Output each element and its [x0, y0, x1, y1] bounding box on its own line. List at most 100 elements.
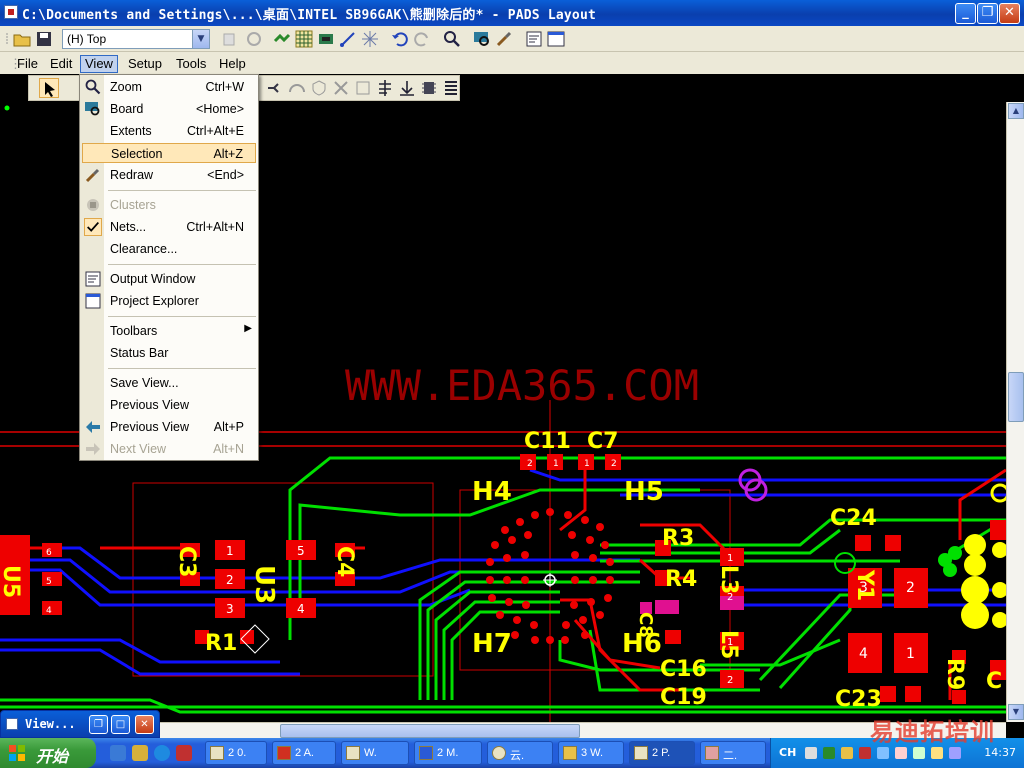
label-c4: C4	[332, 546, 357, 577]
close-button[interactable]: ✕	[135, 715, 154, 734]
board-icon[interactable]	[316, 29, 336, 49]
redo-icon[interactable]	[412, 29, 432, 49]
stitch-icon[interactable]	[331, 78, 351, 98]
glue-icon[interactable]	[353, 78, 373, 98]
search-icon[interactable]	[442, 29, 462, 49]
menu-item-save-view[interactable]: Save View...	[82, 373, 256, 393]
drop-icon[interactable]	[397, 78, 417, 98]
menu-item-previous-view-1[interactable]: Previous View	[82, 395, 256, 415]
quicklaunch-icon[interactable]	[176, 745, 192, 761]
menu-item-extents[interactable]: Extents Ctrl+Alt+E	[82, 121, 256, 141]
tray-icon[interactable]	[949, 747, 961, 759]
sparkle-icon[interactable]	[360, 29, 380, 49]
label-h7: H7	[472, 629, 512, 659]
restore-button[interactable]: ❐	[89, 715, 108, 734]
arc-icon[interactable]	[287, 78, 307, 98]
menu-item-nets[interactable]: Nets... Ctrl+Alt+N	[82, 217, 256, 237]
close-button[interactable]: ✕	[999, 3, 1020, 24]
taskbar-item[interactable]: 2 A.	[272, 741, 336, 765]
taskbar-item[interactable]: 云.	[487, 741, 553, 765]
network-icon[interactable]	[877, 747, 889, 759]
vertical-scrollbar[interactable]: ▲ ▼	[1006, 102, 1024, 722]
tray-icon[interactable]	[841, 747, 853, 759]
menu-item-zoom[interactable]: Zoom Ctrl+W	[82, 77, 256, 97]
svg-text:2: 2	[727, 675, 733, 686]
chevron-down-icon[interactable]: ▼	[192, 30, 209, 48]
menu-item-previous-view-2[interactable]: Previous View Alt+P	[82, 417, 256, 437]
menu-item-toolbars[interactable]: Toolbars ▶	[82, 321, 256, 341]
taskbar-item[interactable]: 二.	[700, 741, 766, 765]
svg-text:5: 5	[297, 544, 305, 558]
align-icon[interactable]	[375, 78, 395, 98]
clock[interactable]: 14:37	[984, 746, 1016, 759]
desktop-icon[interactable]	[110, 745, 126, 761]
redraw-brush-icon[interactable]	[494, 29, 514, 49]
vertical-scroll-thumb[interactable]	[1008, 372, 1024, 422]
menu-bar: ⋮ File Edit View Setup Tools Help	[0, 52, 1024, 74]
open-folder-icon[interactable]	[12, 29, 32, 49]
taskbar-item[interactable]: 3 W.	[558, 741, 624, 765]
route-icon[interactable]	[272, 29, 292, 49]
taskbar-item-active[interactable]: 2 P.	[629, 741, 695, 765]
shield-icon[interactable]	[309, 78, 329, 98]
tray-icon[interactable]	[895, 747, 907, 759]
connect-icon[interactable]	[338, 29, 358, 49]
quicklaunch-icon[interactable]	[132, 745, 148, 761]
menu-item-clearance[interactable]: Clearance...	[82, 239, 256, 259]
scroll-down-icon[interactable]: ▼	[1008, 704, 1024, 720]
minimized-view-window[interactable]: View... ❐ □ ✕	[0, 710, 160, 738]
ime-indicator[interactable]: CH	[779, 746, 796, 759]
zoom-board-icon[interactable]	[472, 29, 492, 49]
app-icon[interactable]	[4, 5, 18, 19]
back-arrow-icon	[84, 418, 102, 436]
menu-item-output-window[interactable]: Output Window	[82, 269, 256, 289]
view-menu-dropdown: Zoom Ctrl+W Board <Home> Extents Ctrl+Al…	[79, 74, 259, 461]
menu-file[interactable]: File	[12, 55, 43, 73]
taskbar-item[interactable]: 2 M.	[414, 741, 482, 765]
select-arrow-icon[interactable]	[39, 78, 59, 98]
keyboard-icon[interactable]	[805, 747, 817, 759]
save-icon[interactable]	[34, 29, 54, 49]
menu-item-redraw[interactable]: Redraw <End>	[82, 165, 256, 185]
volume-icon[interactable]	[931, 747, 943, 759]
taskbar-item[interactable]: W.	[341, 741, 409, 765]
tray-icon[interactable]	[823, 747, 835, 759]
menu-item-selection[interactable]: Selection Alt+Z	[82, 143, 256, 163]
menu-tools[interactable]: Tools	[171, 55, 211, 73]
copy-icon[interactable]	[220, 29, 240, 49]
maximize-button[interactable]: □	[111, 715, 130, 734]
refresh-icon[interactable]	[244, 29, 264, 49]
list-icon[interactable]	[441, 78, 461, 98]
svg-text:6: 6	[46, 548, 52, 558]
label-c19: C19	[660, 685, 707, 710]
project-explorer-icon[interactable]	[546, 29, 566, 49]
start-button[interactable]: 开始	[0, 738, 96, 768]
svg-text:2: 2	[527, 459, 533, 469]
standard-toolbar: (H) Top ▼	[0, 26, 1024, 52]
menu-item-project-explorer[interactable]: Project Explorer	[82, 291, 256, 311]
taskbar-item[interactable]: 2 0.	[205, 741, 267, 765]
component-icon[interactable]	[419, 78, 439, 98]
maximize-button[interactable]: ❐	[977, 3, 998, 24]
undo-icon[interactable]	[390, 29, 410, 49]
label-l3: L3	[716, 565, 741, 594]
menu-edit[interactable]: Edit	[45, 55, 77, 73]
svg-text:3: 3	[226, 602, 234, 616]
menu-help[interactable]: Help	[214, 55, 251, 73]
menu-view[interactable]: View	[80, 55, 118, 73]
menu-setup[interactable]: Setup	[123, 55, 167, 73]
layer-select[interactable]: (H) Top ▼	[62, 29, 210, 49]
label-u3: U3	[249, 565, 279, 604]
grid-icon[interactable]	[294, 29, 314, 49]
menu-item-board[interactable]: Board <Home>	[82, 99, 256, 119]
minimize-button[interactable]: _	[955, 3, 976, 24]
output-window-icon[interactable]	[524, 29, 544, 49]
tray-icon[interactable]	[913, 747, 925, 759]
scroll-up-icon[interactable]: ▲	[1008, 103, 1024, 119]
horizontal-scroll-thumb[interactable]	[280, 724, 580, 738]
menu-item-status-bar[interactable]: Status Bar	[82, 343, 256, 363]
split-icon[interactable]	[265, 78, 285, 98]
ie-icon[interactable]	[154, 745, 170, 761]
submenu-arrow-icon: ▶	[244, 323, 252, 334]
tray-icon[interactable]	[859, 747, 871, 759]
